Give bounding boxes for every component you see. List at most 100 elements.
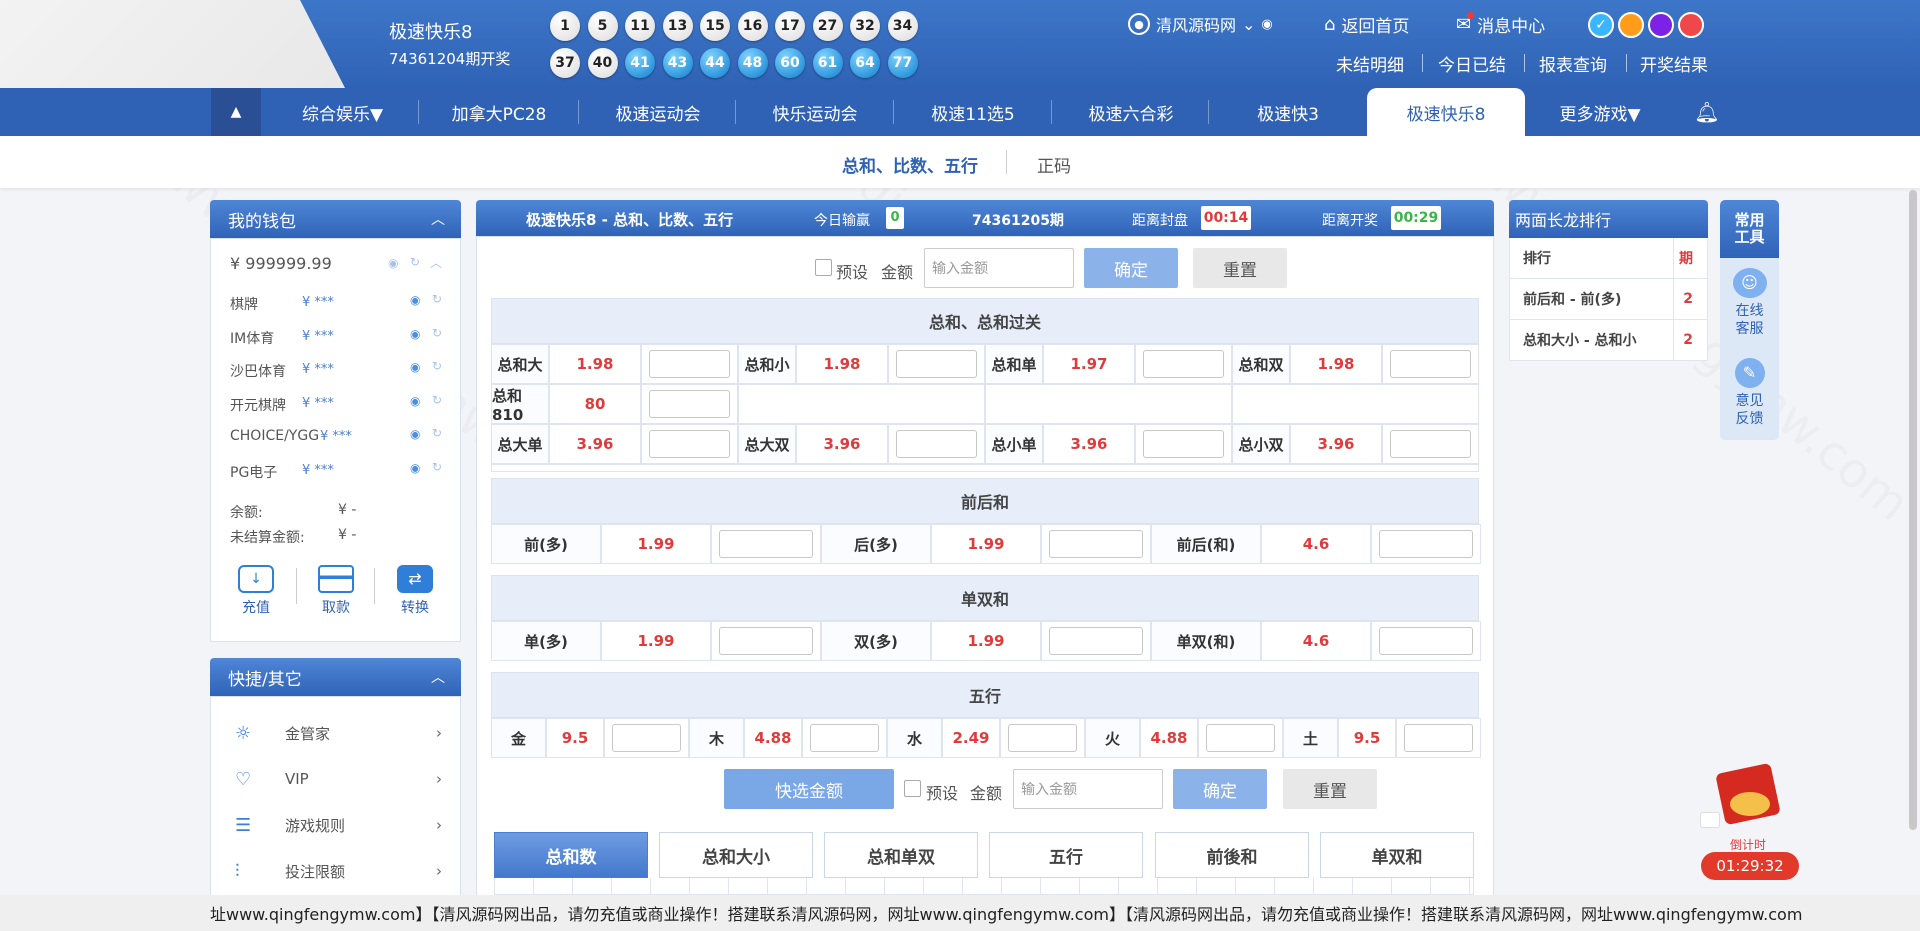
tab-sum-odd-even[interactable]: 总和单双	[824, 832, 978, 878]
bet-amount-input[interactable]	[810, 724, 879, 752]
bet-option-name: 双(多)	[821, 621, 931, 661]
quick-item-butler[interactable]: ☼ 金管家 ›	[210, 710, 460, 756]
bet-amount-input[interactable]	[1379, 627, 1473, 655]
quick-item-vip[interactable]: ♡ VIP ›	[210, 756, 460, 802]
quick-amount-button[interactable]: 快选金额	[724, 769, 894, 809]
refresh-icon[interactable]: ↻	[432, 393, 442, 407]
logo[interactable]	[0, 0, 345, 88]
refresh-icon[interactable]: ↻	[432, 359, 442, 373]
refresh-icon[interactable]: ↻	[410, 255, 420, 269]
confirm-button[interactable]: 确定	[1084, 248, 1178, 288]
longdragon-row[interactable]: 前后和 - 前(多) 2	[1509, 279, 1708, 320]
deposit-button[interactable]: ↓ 充值	[234, 565, 278, 617]
red-envelope-icon[interactable]	[1712, 762, 1787, 834]
refresh-icon[interactable]: ↻	[432, 426, 442, 440]
amount-input[interactable]: 输入金额	[1013, 769, 1163, 809]
messages-link[interactable]: ✉ 消息中心	[1456, 12, 1545, 37]
feedback-button[interactable]: ✎ 意见反馈	[1720, 358, 1779, 428]
bet-amount-input[interactable]	[719, 530, 813, 558]
eye-icon[interactable]: ◉	[410, 427, 420, 441]
preset-checkbox[interactable]	[904, 780, 921, 797]
collapse-icon[interactable]: ︿	[430, 254, 442, 271]
home-link[interactable]: ⌂ 返回首页	[1324, 12, 1409, 37]
theme-orange-dot[interactable]	[1618, 12, 1644, 38]
bet-option-name: 水	[887, 718, 942, 758]
amount-input[interactable]: 输入金额	[924, 248, 1074, 288]
transfer-button[interactable]: ⇄ 转换	[393, 565, 437, 617]
chat-icon[interactable]	[1700, 812, 1720, 828]
bet-amount-input[interactable]	[1143, 350, 1224, 378]
eye-icon[interactable]: ◉	[410, 327, 420, 341]
quick-item-limits[interactable]: ⫶ 投注限额 ›	[210, 848, 460, 894]
subtab-active[interactable]: 总和、比数、五行	[842, 152, 978, 177]
longdragon-name: 总和大小 - 总和小	[1523, 333, 1637, 349]
countdown-timer[interactable]: 01:29:32	[1701, 852, 1799, 880]
nav-item[interactable]: 极速六合彩	[1061, 88, 1201, 136]
nav-item[interactable]: 极速11选5	[903, 88, 1043, 136]
theme-red-dot[interactable]	[1678, 12, 1704, 38]
bet-amount-input[interactable]	[1206, 724, 1275, 752]
reset-button[interactable]: 重置	[1193, 248, 1287, 288]
wallet-header[interactable]: 我的钱包 ︿	[210, 200, 461, 238]
withdraw-button[interactable]: 取款	[314, 565, 358, 617]
theme-purple-dot[interactable]	[1648, 12, 1674, 38]
eye-icon[interactable]: ◉	[410, 394, 420, 408]
tab-sum-number[interactable]: 总和数	[494, 832, 648, 878]
bet-amount-input[interactable]	[1049, 627, 1143, 655]
scrollbar[interactable]	[1909, 190, 1917, 830]
eye-icon[interactable]: ◉	[1261, 17, 1272, 32]
bet-amount-input[interactable]	[1008, 724, 1077, 752]
bet-amount-input[interactable]	[896, 430, 977, 458]
collapse-icon[interactable]: ︿	[431, 209, 445, 229]
confirm-button[interactable]: 确定	[1173, 769, 1267, 809]
collapse-up-icon[interactable]: ▲	[211, 88, 261, 136]
bet-amount-input[interactable]	[649, 350, 730, 378]
online-service-button[interactable]: ☺ 在线客服	[1720, 268, 1779, 338]
nav-item[interactable]: 快乐运动会	[745, 88, 885, 136]
longdragon-row[interactable]: 总和大小 - 总和小 2	[1509, 320, 1708, 361]
bet-amount-input[interactable]	[896, 350, 977, 378]
subtab[interactable]: 正码	[1037, 152, 1071, 177]
reset-button[interactable]: 重置	[1283, 769, 1377, 809]
eye-off-icon[interactable]: ◉	[388, 256, 398, 270]
tab-front-back[interactable]: 前後和	[1155, 832, 1309, 878]
nav-item-active[interactable]: 极速快乐8	[1367, 88, 1525, 136]
results-link[interactable]: 开奖结果	[1640, 51, 1708, 76]
unsettled-link[interactable]: 未结明细	[1336, 51, 1404, 76]
report-link[interactable]: 报表查询	[1539, 51, 1607, 76]
nav-item[interactable]: 综合娱乐▼	[275, 88, 410, 136]
bet-amount-input[interactable]	[1390, 430, 1471, 458]
collapse-icon[interactable]: ︿	[431, 667, 445, 687]
bet-amount-input[interactable]	[719, 627, 813, 655]
bet-amount-input[interactable]	[1404, 724, 1473, 752]
tab-sum-size[interactable]: 总和大小	[659, 832, 813, 878]
tab-five-elements[interactable]: 五行	[989, 832, 1143, 878]
today-settled-link[interactable]: 今日已结	[1438, 51, 1506, 76]
bet-amount-input[interactable]	[649, 430, 730, 458]
quick-item-rules[interactable]: ☰ 游戏规则 ›	[210, 802, 460, 848]
quick-header[interactable]: 快捷/其它 ︿	[210, 658, 461, 696]
nav-item[interactable]: 极速快3	[1218, 88, 1358, 136]
bet-amount-input[interactable]	[1049, 530, 1143, 558]
bet-amount-input[interactable]	[1379, 530, 1473, 558]
theme-blue-dot[interactable]: ✓	[1588, 12, 1614, 38]
bet-amount-input[interactable]	[1390, 350, 1471, 378]
refresh-icon[interactable]: ↻	[432, 292, 442, 306]
preset-checkbox[interactable]	[815, 259, 832, 276]
bet-amount-input[interactable]	[649, 390, 730, 418]
bell-icon[interactable]: 🔔︎	[1685, 88, 1729, 136]
bet-amount-input[interactable]	[1143, 430, 1224, 458]
refresh-icon[interactable]: ↻	[432, 326, 442, 340]
messages-label: 消息中心	[1477, 17, 1546, 37]
eye-icon[interactable]: ◉	[410, 293, 420, 307]
eye-icon[interactable]: ◉	[410, 360, 420, 374]
nav-item[interactable]: 更多游戏▼	[1530, 88, 1670, 136]
tab-odd-even-sum[interactable]: 单双和	[1320, 832, 1474, 878]
period-label: 期	[1679, 251, 1693, 267]
nav-item[interactable]: 加拿大PC28	[430, 88, 568, 136]
user-menu[interactable]: ● 清风源码网 ⌄ ◉	[1128, 12, 1273, 36]
bet-amount-input[interactable]	[612, 724, 681, 752]
refresh-icon[interactable]: ↻	[432, 460, 442, 474]
nav-item[interactable]: 极速运动会	[588, 88, 728, 136]
eye-icon[interactable]: ◉	[410, 461, 420, 475]
